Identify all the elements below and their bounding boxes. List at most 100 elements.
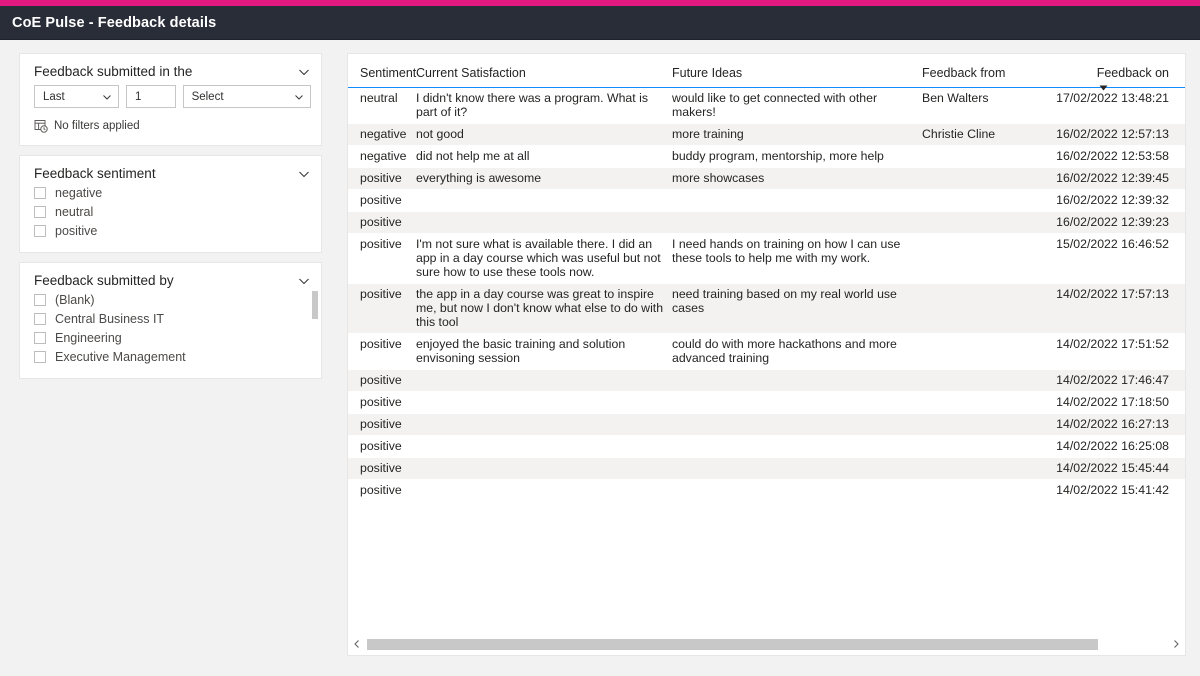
table-row[interactable]: positive 14/02/2022 17:18:50 bbox=[348, 392, 1185, 414]
cell-feedback-on: 16/02/2022 12:39:32 bbox=[1056, 193, 1169, 207]
submitted-by-option-label: Executive Management bbox=[55, 349, 186, 364]
cell-feedback-on: 16/02/2022 12:53:58 bbox=[1056, 149, 1169, 163]
cell-future-ideas: more showcases bbox=[672, 171, 765, 185]
cell-sentiment: positive bbox=[360, 373, 402, 387]
checkbox-icon[interactable] bbox=[34, 293, 46, 306]
sentiment-option-list: negative neutral positive bbox=[34, 183, 311, 240]
date-count-input[interactable]: 1 bbox=[126, 85, 176, 108]
column-header-feedback-on[interactable]: Feedback on bbox=[1022, 66, 1185, 91]
table-horizontal-scrollbar[interactable] bbox=[348, 633, 1185, 655]
checkbox-icon[interactable] bbox=[34, 331, 46, 344]
table-row[interactable]: positive I'm not sure what is available t… bbox=[348, 234, 1185, 284]
filter-status-label: No filters applied bbox=[54, 120, 140, 132]
filter-pane: Feedback submitted in the Last 1 Select … bbox=[19, 53, 322, 388]
date-filter-controls: Last 1 Select bbox=[34, 85, 311, 108]
filter-card-date-header: Feedback submitted in the bbox=[20, 54, 321, 83]
sort-descending-arrow-icon bbox=[1099, 80, 1108, 91]
table-row[interactable]: positive the app in a day course was grea… bbox=[348, 284, 1185, 334]
chevron-down-icon[interactable] bbox=[297, 274, 311, 288]
chevron-left-icon[interactable] bbox=[348, 635, 366, 653]
table-row[interactable]: positive 14/02/2022 15:45:44 bbox=[348, 458, 1185, 480]
cell-feedback-on: 14/02/2022 17:46:47 bbox=[1056, 373, 1169, 387]
submitted-by-option-executive-management[interactable]: Executive Management bbox=[34, 347, 311, 366]
table-row[interactable]: positive enjoyed the basic training and s… bbox=[348, 334, 1185, 370]
sentiment-option-positive[interactable]: positive bbox=[34, 221, 311, 240]
table-row[interactable]: positive 14/02/2022 16:25:08 bbox=[348, 436, 1185, 458]
cell-sentiment: positive bbox=[360, 171, 402, 185]
sentiment-option-negative[interactable]: negative bbox=[34, 183, 311, 202]
filter-card-sentiment-body: negative neutral positive bbox=[20, 183, 321, 252]
checkbox-icon[interactable] bbox=[34, 312, 46, 325]
scrollbar-thumb[interactable] bbox=[312, 291, 318, 319]
column-header-future-ideas[interactable]: Future Ideas bbox=[672, 66, 922, 81]
cell-feedback-on: 16/02/2022 12:57:13 bbox=[1056, 127, 1169, 141]
submitted-by-scrollbar[interactable] bbox=[312, 291, 318, 367]
cell-feedback-on: 15/02/2022 16:46:52 bbox=[1056, 237, 1169, 251]
feedback-table-panel: Sentiment Current Satisfaction Future Id… bbox=[347, 53, 1186, 656]
cell-sentiment: positive bbox=[360, 287, 402, 301]
date-count-value: 1 bbox=[135, 90, 142, 103]
cell-current-satisfaction: did not help me at all bbox=[416, 149, 530, 163]
cell-future-ideas: need training based on my real world use… bbox=[672, 287, 897, 315]
filter-card-date-body: Last 1 Select No filters applied bbox=[20, 85, 321, 145]
filter-card-sentiment-header: Feedback sentiment bbox=[20, 156, 321, 185]
filter-card-date-title: Feedback submitted in the bbox=[34, 64, 193, 79]
scrollbar-track[interactable] bbox=[367, 638, 1166, 650]
table-row[interactable]: positive 16/02/2022 12:39:23 bbox=[348, 212, 1185, 234]
cell-feedback-on: 14/02/2022 16:25:08 bbox=[1056, 439, 1169, 453]
checkbox-icon[interactable] bbox=[34, 224, 46, 237]
table-header-row: Sentiment Current Satisfaction Future Id… bbox=[348, 54, 1185, 91]
table-row[interactable]: negative not good more training Christie Cl… bbox=[348, 124, 1185, 146]
submitted-by-option-central-business-it[interactable]: Central Business IT bbox=[34, 309, 311, 328]
table-row[interactable]: neutral I didn't know there was a program… bbox=[348, 88, 1185, 124]
filter-card-date: Feedback submitted in the Last 1 Select … bbox=[19, 53, 322, 146]
date-period-value: Last bbox=[43, 90, 65, 103]
table-row[interactable]: positive everything is awesome more showca… bbox=[348, 168, 1185, 190]
date-period-dropdown[interactable]: Last bbox=[34, 85, 120, 108]
table-row[interactable]: positive 16/02/2022 12:39:32 bbox=[348, 190, 1185, 212]
checkbox-icon[interactable] bbox=[34, 205, 46, 218]
table-row[interactable]: positive 14/02/2022 17:46:47 bbox=[348, 370, 1185, 392]
cell-sentiment: positive bbox=[360, 337, 402, 351]
report-page: CoE Pulse - Feedback details Feedback su… bbox=[0, 0, 1200, 676]
date-unit-dropdown[interactable]: Select bbox=[182, 85, 311, 108]
checkbox-icon[interactable] bbox=[34, 350, 46, 363]
cell-current-satisfaction: I didn't know there was a program. What … bbox=[416, 91, 648, 119]
column-header-current-satisfaction[interactable]: Current Satisfaction bbox=[416, 66, 672, 81]
filter-status: No filters applied bbox=[34, 119, 311, 133]
submitted-by-option-label: Central Business IT bbox=[55, 311, 165, 326]
submitted-by-option-label: Engineering bbox=[55, 330, 122, 345]
column-header-sentiment[interactable]: Sentiment bbox=[348, 66, 416, 81]
column-header-feedback-from[interactable]: Feedback from bbox=[922, 66, 1022, 81]
chevron-down-icon[interactable] bbox=[297, 167, 311, 181]
cell-sentiment: positive bbox=[360, 395, 402, 409]
cell-future-ideas: buddy program, mentorship, more help bbox=[672, 149, 884, 163]
cell-sentiment: positive bbox=[360, 237, 402, 251]
table-row[interactable]: positive 14/02/2022 16:27:13 bbox=[348, 414, 1185, 436]
cell-feedback-from: Christie Cline bbox=[922, 127, 996, 141]
sentiment-option-neutral[interactable]: neutral bbox=[34, 202, 311, 221]
chevron-down-icon[interactable] bbox=[297, 65, 311, 79]
cell-sentiment: positive bbox=[360, 461, 402, 475]
submitted-by-option-engineering[interactable]: Engineering bbox=[34, 328, 311, 347]
cell-future-ideas: more training bbox=[672, 127, 744, 141]
title-bar: CoE Pulse - Feedback details bbox=[0, 6, 1200, 40]
cell-future-ideas: could do with more hackathons and more a… bbox=[672, 337, 897, 365]
cell-feedback-on: 17/02/2022 13:48:21 bbox=[1056, 91, 1169, 105]
cell-sentiment: positive bbox=[360, 483, 402, 497]
table-row[interactable]: negative did not help me at all buddy prog… bbox=[348, 146, 1185, 168]
cell-sentiment: negative bbox=[360, 149, 407, 163]
cell-feedback-on: 14/02/2022 15:45:44 bbox=[1056, 461, 1169, 475]
chevron-right-icon[interactable] bbox=[1167, 635, 1185, 653]
checkbox-icon[interactable] bbox=[34, 186, 46, 199]
chevron-down-icon bbox=[102, 92, 112, 102]
cell-sentiment: negative bbox=[360, 127, 407, 141]
table-row[interactable]: positive 14/02/2022 15:41:42 bbox=[348, 480, 1185, 502]
cell-current-satisfaction: I'm not sure what is available there. I … bbox=[416, 237, 661, 279]
filter-card-submitted-by-title: Feedback submitted by bbox=[34, 273, 174, 288]
page-title: CoE Pulse - Feedback details bbox=[12, 14, 217, 31]
cell-sentiment: neutral bbox=[360, 91, 398, 105]
submitted-by-option-blank[interactable]: (Blank) bbox=[34, 290, 311, 309]
scrollbar-thumb[interactable] bbox=[367, 638, 1099, 650]
cell-future-ideas: I need hands on training on how I can us… bbox=[672, 237, 901, 265]
